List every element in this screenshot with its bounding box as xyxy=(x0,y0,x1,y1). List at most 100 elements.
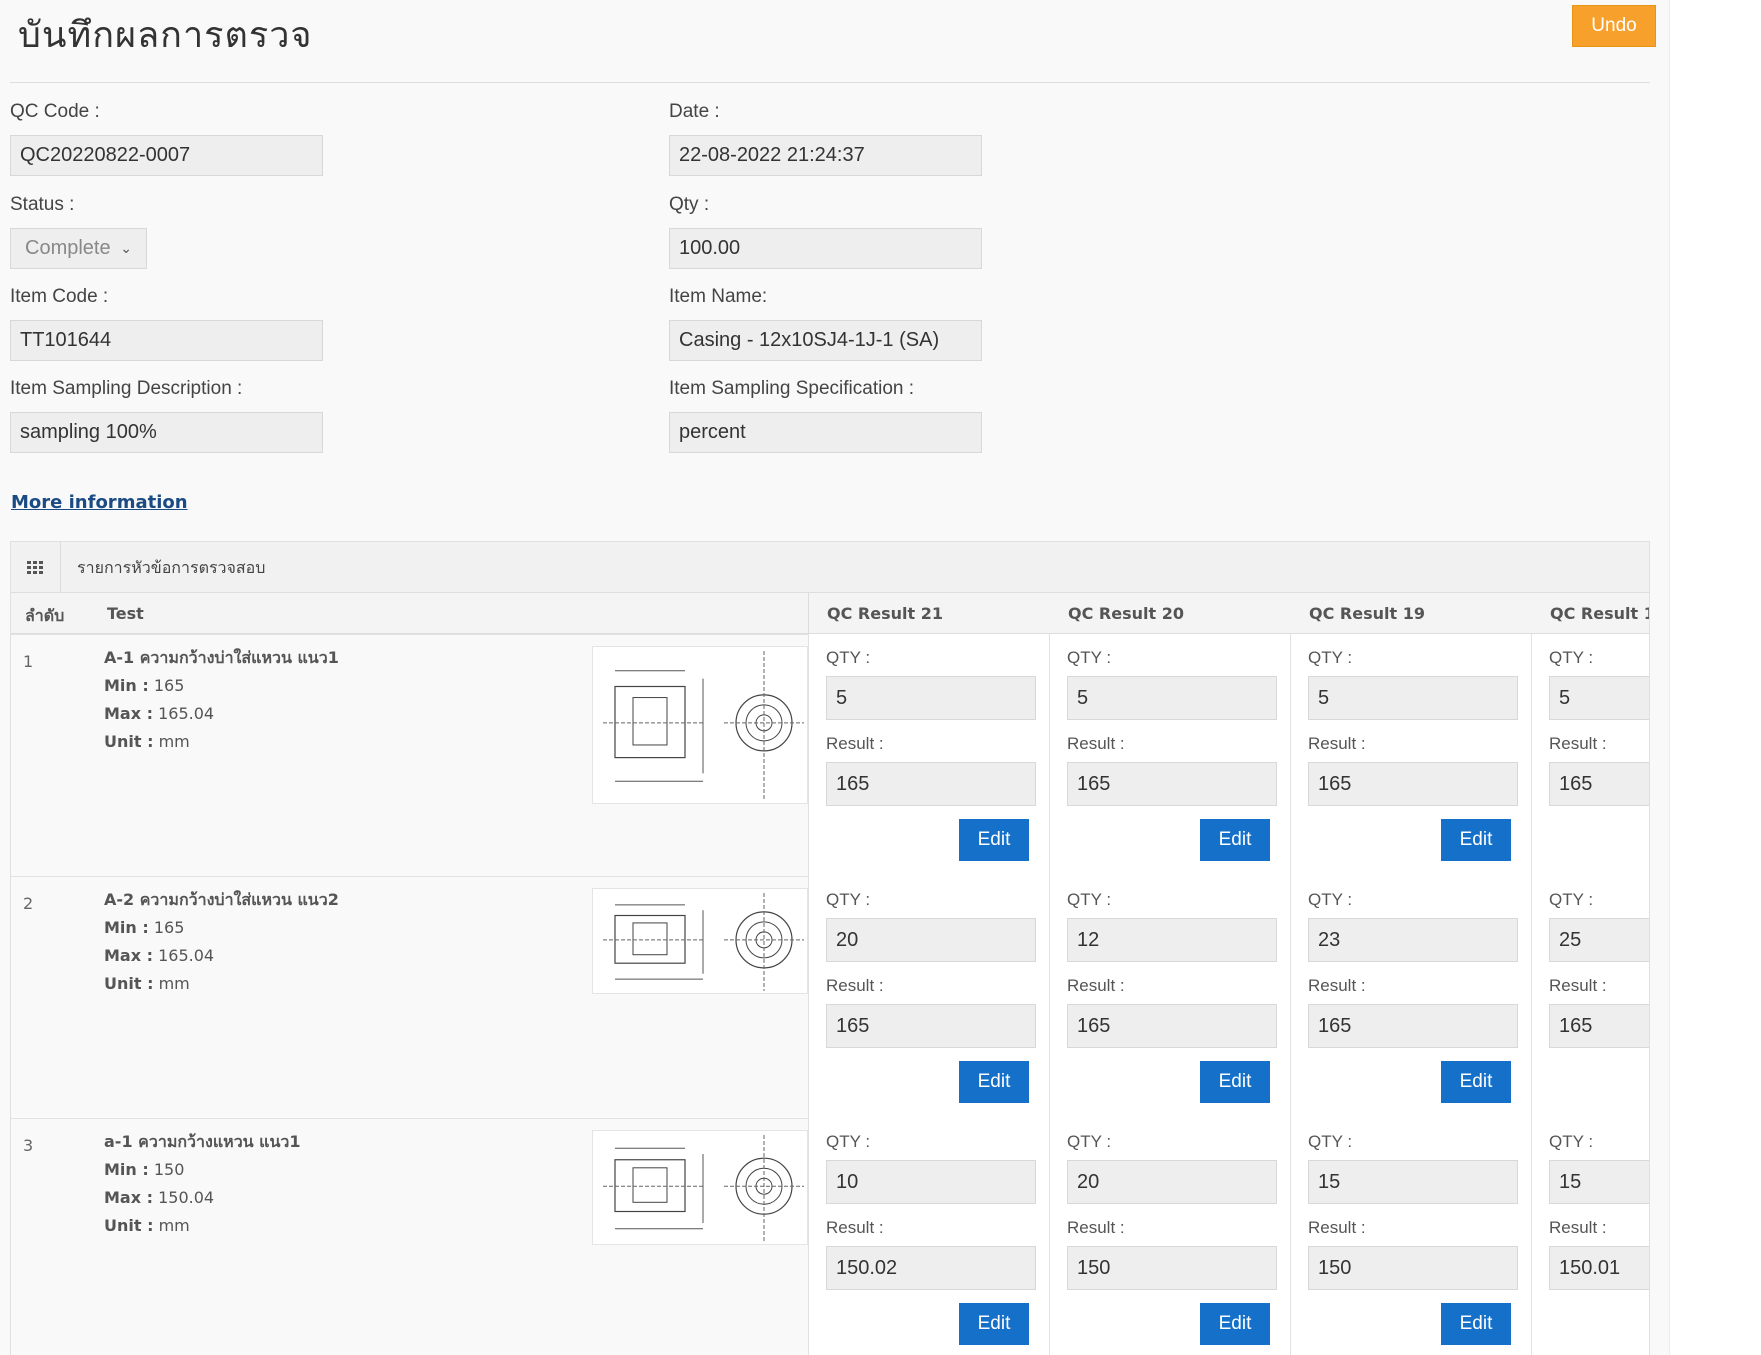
result-label: Result : xyxy=(826,976,884,995)
sampling-specification-field[interactable]: percent xyxy=(669,412,982,453)
max-value: 165.04 xyxy=(158,946,215,965)
test-unit: Unit : mm xyxy=(104,728,339,756)
technical-drawing-image xyxy=(592,888,808,994)
result-input[interactable]: 150 xyxy=(1067,1246,1277,1290)
grid-header: รายการหัวข้อการตรวจสอบ xyxy=(11,541,1649,593)
column-header-qc-result-1: QC Result 1 xyxy=(1550,604,1650,623)
column-divider xyxy=(808,1118,809,1355)
column-divider xyxy=(1290,634,1291,876)
item-code-field[interactable]: TT101644 xyxy=(10,320,323,361)
result-label: Result : xyxy=(1549,976,1607,995)
column-divider xyxy=(1290,1118,1291,1355)
min-value: 165 xyxy=(153,918,185,937)
test-max: Max : 165.04 xyxy=(104,942,339,970)
qc-result-cell: QTY : 15 Result : 150.01 Edit xyxy=(1531,1118,1649,1355)
qty-input[interactable]: 5 xyxy=(826,676,1036,720)
qty-input[interactable]: 23 xyxy=(1308,918,1518,962)
min-value: 150 xyxy=(153,1160,185,1179)
result-label: Result : xyxy=(1067,734,1125,753)
qc-result-cell: QTY : 12 Result : 165 Edit xyxy=(1049,876,1290,1118)
column-header-test: Test xyxy=(107,604,144,623)
qty-input[interactable]: 20 xyxy=(1067,1160,1277,1204)
column-header-left: ลำดับ Test xyxy=(11,593,808,634)
qty-input[interactable]: 25 xyxy=(1549,918,1649,962)
qc-result-cell: QTY : 20 Result : 150 Edit xyxy=(1049,1118,1290,1355)
result-input[interactable]: 150.02 xyxy=(826,1246,1036,1290)
unit-value: mm xyxy=(158,1216,190,1235)
status-select[interactable]: Complete ⌄ xyxy=(10,228,147,269)
qty-input[interactable]: 20 xyxy=(826,918,1036,962)
result-label: Result : xyxy=(1308,976,1366,995)
grid-icon xyxy=(11,542,61,593)
inspection-grid: รายการหัวข้อการตรวจสอบ ลำดับ Test QC Res… xyxy=(10,541,1650,1355)
qc-result-cell: QTY : 5 Result : 165 Edit xyxy=(1290,634,1531,876)
column-divider xyxy=(808,876,809,1118)
date-field[interactable]: 22-08-2022 21:24:37 xyxy=(669,135,982,176)
result-input[interactable]: 165 xyxy=(1308,1004,1518,1048)
qty-label: QTY : xyxy=(1549,648,1594,667)
qty-label: Qty : xyxy=(669,194,710,215)
max-value: 150.04 xyxy=(158,1188,215,1207)
result-input[interactable]: 150 xyxy=(1308,1246,1518,1290)
result-input[interactable]: 165 xyxy=(1549,762,1649,806)
column-header-qc-result-21: QC Result 21 xyxy=(827,604,943,623)
technical-drawing-image xyxy=(592,646,808,804)
page-title: บันทึกผลการตรวจ xyxy=(18,15,313,56)
qty-label: QTY : xyxy=(826,890,871,909)
qty-input[interactable]: 12 xyxy=(1067,918,1277,962)
edit-button[interactable]: Edit xyxy=(959,819,1029,861)
test-unit: Unit : mm xyxy=(104,1212,301,1240)
result-input[interactable]: 165 xyxy=(826,1004,1036,1048)
qty-label: QTY : xyxy=(1308,1132,1353,1151)
test-details: A-2 ความกว้างบ่าใส่แหวน แนว2 Min : 165 M… xyxy=(104,886,339,998)
qty-label: QTY : xyxy=(826,648,871,667)
result-input[interactable]: 165 xyxy=(1308,762,1518,806)
edit-button[interactable]: Edit xyxy=(1441,819,1511,861)
status-label: Status : xyxy=(10,194,75,215)
qty-label: QTY : xyxy=(1308,890,1353,909)
qty-input[interactable]: 5 xyxy=(1308,676,1518,720)
qc-result-cell: QTY : 5 Result : 165 Edit xyxy=(1531,634,1649,876)
sampling-specification-label: Item Sampling Specification : xyxy=(669,378,915,399)
result-input[interactable]: 165 xyxy=(1067,1004,1277,1048)
sampling-description-field[interactable]: sampling 100% xyxy=(10,412,323,453)
column-divider xyxy=(1531,1118,1532,1355)
qc-code-field[interactable]: QC20220822-0007 xyxy=(10,135,323,176)
qty-label: QTY : xyxy=(1549,1132,1594,1151)
qty-label: QTY : xyxy=(826,1132,871,1151)
sampling-description-label: Item Sampling Description : xyxy=(10,378,243,399)
qty-field[interactable]: 100.00 xyxy=(669,228,982,269)
edit-button[interactable]: Edit xyxy=(1441,1061,1511,1103)
test-name: A-1 ความกว้างบ่าใส่แหวน แนว1 xyxy=(104,648,339,667)
result-label: Result : xyxy=(1067,1218,1125,1237)
qty-input[interactable]: 10 xyxy=(826,1160,1036,1204)
edit-button[interactable]: Edit xyxy=(1200,1061,1270,1103)
column-divider xyxy=(1290,876,1291,1118)
column-divider xyxy=(1049,634,1050,876)
column-header-qc-result-19: QC Result 19 xyxy=(1309,604,1425,623)
result-input[interactable]: 165 xyxy=(1549,1004,1649,1048)
max-label: Max : xyxy=(104,704,154,723)
more-information-link[interactable]: More information xyxy=(11,492,188,513)
row-number: 1 xyxy=(23,652,34,671)
qty-input[interactable]: 15 xyxy=(1549,1160,1649,1204)
test-details: A-1 ความกว้างบ่าใส่แหวน แนว1 Min : 165 M… xyxy=(104,644,339,756)
qty-input[interactable]: 5 xyxy=(1067,676,1277,720)
edit-button[interactable]: Edit xyxy=(1200,1303,1270,1345)
result-label: Result : xyxy=(1067,976,1125,995)
edit-button[interactable]: Edit xyxy=(1200,819,1270,861)
result-input[interactable]: 165 xyxy=(826,762,1036,806)
qty-input[interactable]: 5 xyxy=(1549,676,1649,720)
result-input[interactable]: 165 xyxy=(1067,762,1277,806)
result-input[interactable]: 150.01 xyxy=(1549,1246,1649,1290)
edit-button[interactable]: Edit xyxy=(959,1061,1029,1103)
item-code-label: Item Code : xyxy=(10,286,109,307)
qc-result-cell: QTY : 5 Result : 165 Edit xyxy=(1049,634,1290,876)
edit-button[interactable]: Edit xyxy=(959,1303,1029,1345)
result-label: Result : xyxy=(826,1218,884,1237)
unit-label: Unit : xyxy=(104,974,154,993)
item-name-field[interactable]: Casing - 12x10SJ4-1J-1 (SA) xyxy=(669,320,982,361)
edit-button[interactable]: Edit xyxy=(1441,1303,1511,1345)
qty-input[interactable]: 15 xyxy=(1308,1160,1518,1204)
undo-button[interactable]: Undo xyxy=(1572,5,1656,47)
